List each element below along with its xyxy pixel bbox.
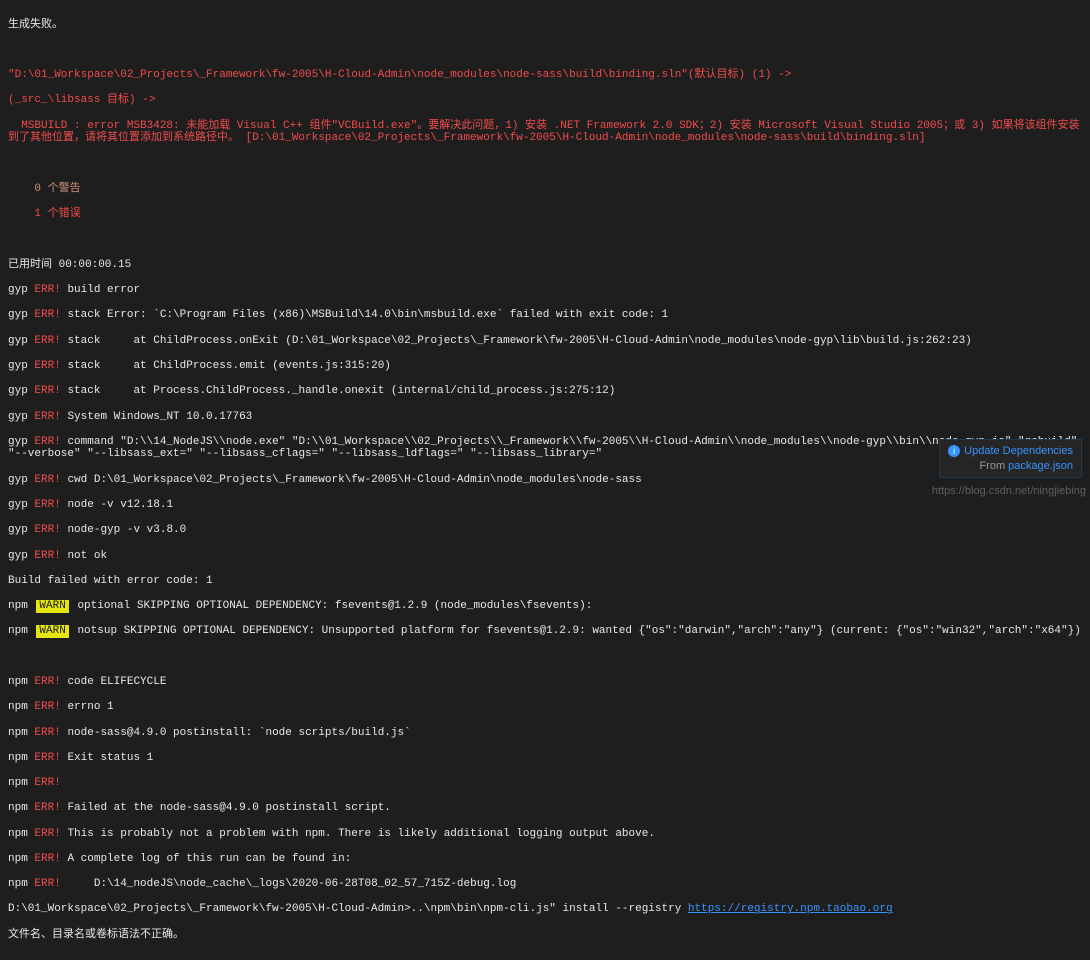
gyp-line: gyp ERR! build error <box>8 284 1082 297</box>
npm-err-line: npm ERR! errno 1 <box>8 701 1082 714</box>
gyp-line: gyp ERR! node -v v12.18.1 <box>8 499 1082 512</box>
npm-warn-line: npm WARN notsup SKIPPING OPTIONAL DEPEND… <box>8 625 1082 638</box>
npm-err-line: npm ERR! A complete log of this run can … <box>8 853 1082 866</box>
info-icon: i <box>948 445 960 457</box>
elapsed-time: 已用时间 00:00:00.15 <box>8 259 1082 272</box>
command-prompt-line: D:\01_Workspace\02_Projects\_Framework\f… <box>8 903 1082 916</box>
notif-pkg-link[interactable]: package.json <box>1008 460 1073 472</box>
msbuild-target: (_src_\libsass 目标) -> <box>8 94 1082 107</box>
gyp-line: gyp ERR! stack Error: `C:\Program Files … <box>8 309 1082 322</box>
gyp-line: gyp ERR! stack at ChildProcess.emit (eve… <box>8 360 1082 373</box>
gyp-line: gyp ERR! command "D:\\14_NodeJS\\node.ex… <box>8 436 1082 461</box>
build-failed-code: Build failed with error code: 1 <box>8 575 1082 588</box>
npm-err-line: npm ERR! D:\14_nodeJS\node_cache\_logs\2… <box>8 878 1082 891</box>
watermark: https://blog.csdn.net/ningjiebing <box>932 485 1086 498</box>
msbuild-path: "D:\01_Workspace\02_Projects\_Framework\… <box>8 69 1082 82</box>
final-error: 文件名、目录名或卷标语法不正确。 <box>8 929 1082 942</box>
gyp-line: gyp ERR! stack at Process.ChildProcess._… <box>8 385 1082 398</box>
npm-warn-line: npm WARN optional SKIPPING OPTIONAL DEPE… <box>8 600 1082 613</box>
update-deps-notification[interactable]: i Update Dependencies From package.json <box>939 439 1082 478</box>
msbuild-err-count: 1 个错误 <box>8 208 1082 221</box>
gyp-line: gyp ERR! cwd D:\01_Workspace\02_Projects… <box>8 474 1082 487</box>
npm-err-line: npm ERR! node-sass@4.9.0 postinstall: `n… <box>8 727 1082 740</box>
notif-title[interactable]: Update Dependencies <box>964 445 1073 457</box>
npm-err-line: npm ERR! This is probably not a problem … <box>8 828 1082 841</box>
registry-link[interactable]: https://registry.npm.taobao.org <box>688 903 893 915</box>
terminal-output[interactable]: 生成失败。 "D:\01_Workspace\02_Projects\_Fram… <box>0 0 1090 960</box>
gyp-line: gyp ERR! System Windows_NT 10.0.17763 <box>8 411 1082 424</box>
npm-err-line: npm ERR! Exit status 1 <box>8 752 1082 765</box>
msbuild-warn-count: 0 个警告 <box>8 183 1082 196</box>
gyp-line: gyp ERR! node-gyp -v v3.8.0 <box>8 524 1082 537</box>
npm-err-line: npm ERR! code ELIFECYCLE <box>8 676 1082 689</box>
build-fail-header: 生成失败。 <box>8 19 1082 32</box>
npm-err-line: npm ERR! Failed at the node-sass@4.9.0 p… <box>8 802 1082 815</box>
msbuild-error: MSBUILD : error MSB3428: 未能加载 Visual C++… <box>8 120 1082 145</box>
gyp-line: gyp ERR! not ok <box>8 550 1082 563</box>
gyp-line: gyp ERR! stack at ChildProcess.onExit (D… <box>8 335 1082 348</box>
notif-from: From <box>979 460 1008 472</box>
npm-err-line: npm ERR! <box>8 777 1082 790</box>
